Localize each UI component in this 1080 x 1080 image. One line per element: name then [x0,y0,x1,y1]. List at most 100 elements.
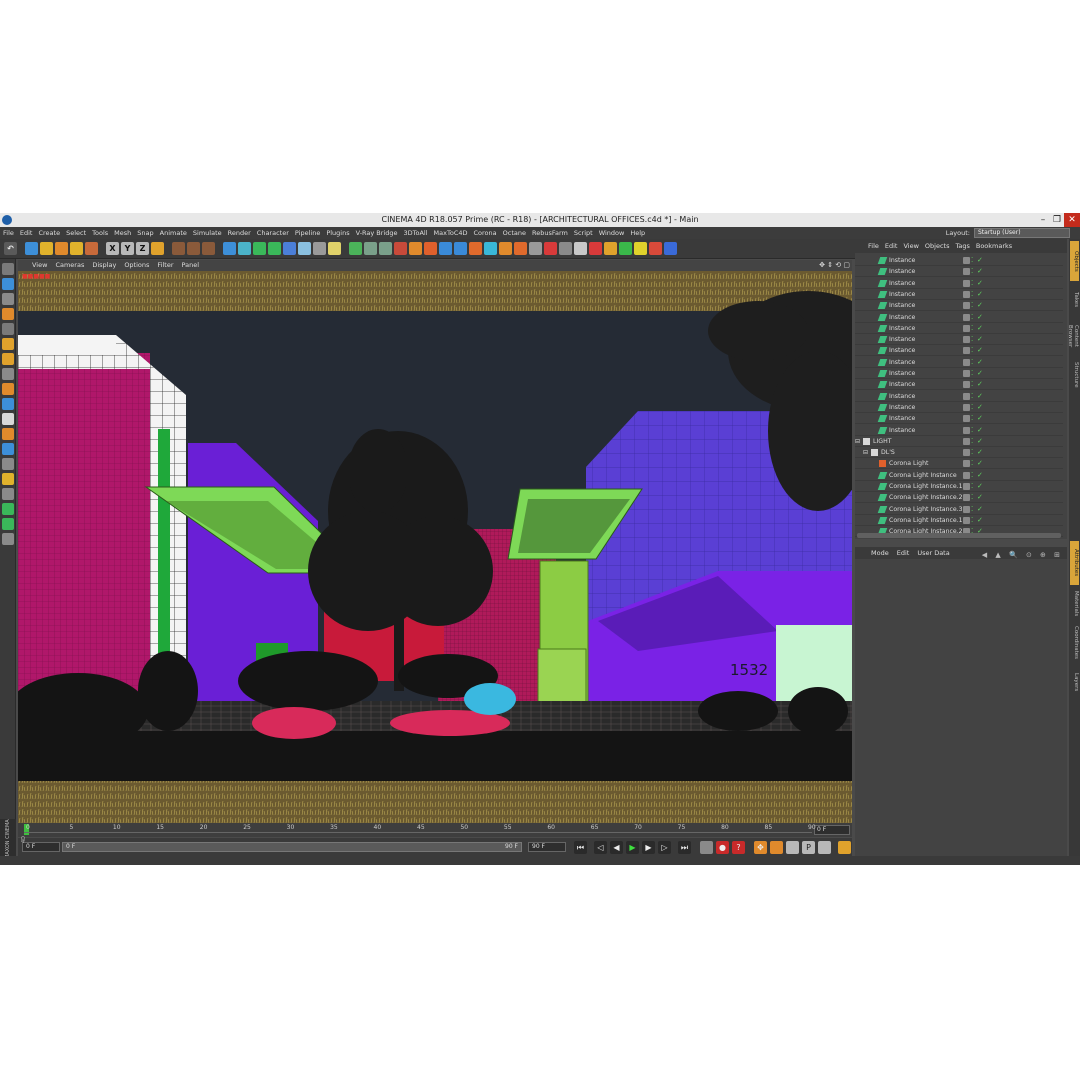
texture-mode-icon[interactable] [1,293,14,305]
minimize-button[interactable]: – [1036,213,1050,227]
enabled-check-icon[interactable]: ✓ [977,481,983,492]
menu-item-simulate[interactable]: Simulate [190,227,225,239]
menu-item-window[interactable]: Window [596,227,628,239]
enabled-check-icon[interactable]: ✓ [977,413,983,424]
tweak-mode-icon[interactable] [1,383,14,395]
enabled-check-icon[interactable]: ✓ [977,345,983,356]
corona-tool-icon[interactable] [454,242,467,255]
y-axis-button[interactable]: Y [121,242,134,255]
visibility-dot-icon[interactable]: ⁚ [971,266,973,277]
menu-item-v-ray-bridge[interactable]: V-Ray Bridge [353,227,401,239]
timeline-ruler[interactable]: 0 F 0 5 10 15 20 25 30 35 40 45 50 55 60 65 70 75 80 85 90 [18,823,852,837]
layer-toggle-icon[interactable] [963,324,970,332]
enabled-check-icon[interactable]: ✓ [977,278,983,289]
plugin-tool-icon[interactable] [364,242,377,255]
visibility-dot-icon[interactable]: ⁚ [971,447,973,458]
object-row[interactable]: Instance ⁚ ✓ [855,413,1063,425]
menu-item-tools[interactable]: Tools [89,227,111,239]
frame-range-slider[interactable]: 0 F 90 F [62,842,522,852]
end-frame-field[interactable]: 90 F [528,842,566,852]
viewport-menu-panel[interactable]: Panel [178,260,204,271]
object-row[interactable]: Corona Light ⁚ ✓ [855,458,1063,470]
visibility-dot-icon[interactable]: ⁚ [971,379,973,390]
object-row[interactable]: Instance ⁚ ✓ [855,391,1063,402]
visibility-dot-icon[interactable]: ⁚ [971,470,973,481]
edges-mode-icon[interactable] [1,338,14,350]
menu-item-edit[interactable]: Edit [17,227,36,239]
timeline-window-icon[interactable] [838,841,851,854]
menu-item-pipeline[interactable]: Pipeline [292,227,323,239]
menu-item-file[interactable]: File [0,227,17,239]
visibility-dot-icon[interactable]: ⁚ [971,312,973,323]
make-editable-icon[interactable] [1,263,14,275]
visibility-dot-icon[interactable]: ⁚ [971,413,973,424]
plugin-tool-icon[interactable] [394,242,407,255]
script-icon[interactable] [649,242,662,255]
tab-materials[interactable]: Materials [1070,589,1079,619]
om-menu-edit[interactable]: Edit [882,239,901,253]
menu-item-rebusfarm[interactable]: RebusFarm [529,227,571,239]
expand-toggle-icon[interactable]: ⊟ [863,447,868,458]
enabled-check-icon[interactable]: ✓ [977,323,983,334]
object-row[interactable]: Instance ⁚ ✓ [855,357,1063,368]
script-icon[interactable] [634,242,647,255]
layer-toggle-icon[interactable] [963,290,970,298]
am-menu-edit[interactable]: Edit [893,547,914,559]
rotation-key-icon[interactable] [786,841,799,854]
workplane-icon[interactable] [1,308,14,320]
polygons-mode-icon[interactable] [1,353,14,365]
light-icon[interactable] [328,242,341,255]
pen-spline-icon[interactable] [238,242,251,255]
layer-toggle-icon[interactable] [963,268,970,276]
object-row[interactable]: ⊟ DL'S ⁚ ✓ [855,447,1063,459]
go-to-end-icon[interactable]: ⏭ [678,841,691,854]
menu-item-help[interactable]: Help [627,227,648,239]
previous-key-icon[interactable]: ◁ [594,841,607,854]
perspective-viewport[interactable]: 1532 ■■■■■ [18,271,852,823]
enabled-check-icon[interactable]: ✓ [977,391,983,402]
enabled-check-icon[interactable]: ✓ [977,447,983,458]
plugin-icon[interactable] [1,518,14,530]
corona-tool-icon[interactable] [469,242,482,255]
object-row[interactable]: Instance ⁚ ✓ [855,255,1063,266]
motion-record-icon[interactable] [700,841,713,854]
menu-item-animate[interactable]: Animate [157,227,190,239]
visibility-dot-icon[interactable]: ⁚ [971,504,973,515]
object-row[interactable]: Corona Light Instance.3 ⁚ ✓ [855,504,1063,515]
z-axis-button[interactable]: Z [136,242,149,255]
scale-icon[interactable] [55,242,68,255]
script-icon[interactable] [664,242,677,255]
script-icon[interactable] [529,242,542,255]
om-menu-objects[interactable]: Objects [922,239,953,253]
axis-mode-icon[interactable] [1,368,14,380]
snap-icon[interactable] [1,398,14,410]
layer-toggle-icon[interactable] [963,483,970,490]
layer-toggle-icon[interactable] [963,403,970,411]
enabled-check-icon[interactable]: ✓ [977,470,983,481]
object-row[interactable]: Instance ⁚ ✓ [855,312,1063,323]
tab-objects[interactable]: Objects [1070,241,1079,281]
object-row[interactable]: Instance ⁚ ✓ [855,379,1063,391]
enabled-check-icon[interactable]: ✓ [977,515,983,526]
rotate-icon[interactable] [70,242,83,255]
viewport-navigation-icons[interactable]: ✥ ⇕ ⟲ ▢ [819,260,850,271]
enabled-check-icon[interactable]: ✓ [977,425,983,436]
lock-workplane-icon[interactable] [1,428,14,440]
visibility-dot-icon[interactable]: ⁚ [971,481,973,492]
viewport-menu-view[interactable]: View [28,260,51,271]
menu-item-create[interactable]: Create [35,227,63,239]
layer-toggle-icon[interactable] [963,505,970,513]
menu-item-snap[interactable]: Snap [134,227,156,239]
octane-tool-icon[interactable] [499,242,512,255]
object-row[interactable]: Corona Light Instance.1 ⁚ ✓ [855,481,1063,492]
sculpt-icon[interactable] [1,458,14,470]
layer-toggle-icon[interactable] [963,426,970,434]
render-view-icon[interactable] [172,242,185,255]
previous-frame-icon[interactable]: ◀ [610,841,623,854]
layer-toggle-icon[interactable] [963,336,970,344]
x-axis-button[interactable]: X [106,242,119,255]
layer-toggle-icon[interactable] [963,415,970,423]
layer-toggle-icon[interactable] [963,302,970,310]
visibility-dot-icon[interactable]: ⁚ [971,425,973,436]
enabled-check-icon[interactable]: ✓ [977,300,983,311]
